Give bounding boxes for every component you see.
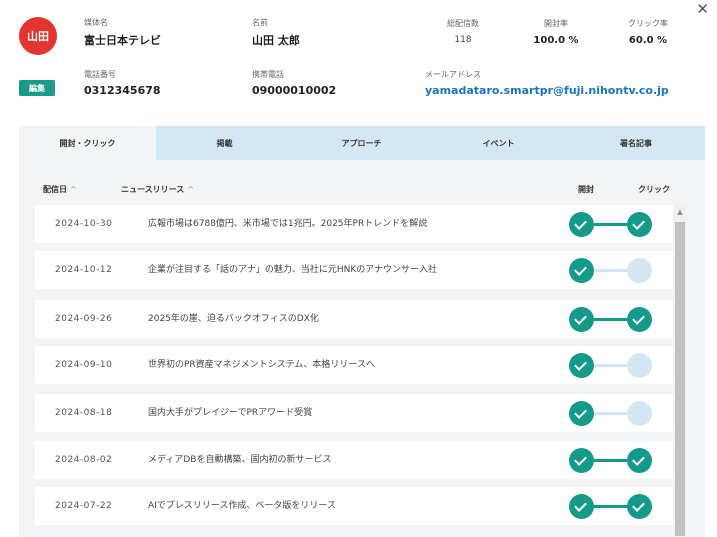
total-sent-stat: 総配信数 118 [440,18,486,45]
status-connector [591,412,631,415]
phone-value: 0312345678 [84,84,161,97]
release-title[interactable]: 企業が注目する「話のアナ」の魅力、当社に元HNKのアナウンサー入社 [148,251,437,289]
release-title[interactable]: 2025年の崖、迫るバックオフィスのDX化 [148,300,319,338]
release-title[interactable]: メディアDBを自動構築、国内初の新サービス [148,441,331,479]
status-connector [591,364,631,367]
clicked-check-icon [627,494,652,519]
status-connector [591,223,631,226]
click-rate-value: 60.0 % [628,35,668,46]
release-title[interactable]: 広報市場は6788億円、米市場では1兆円。2025年PRトレンドを解説 [148,205,427,243]
email-field: メールアドレス yamadataro.smartpr@fuji.nihontv.… [425,69,669,97]
status-connector [591,269,631,272]
sort-caret-icon: ^ [70,185,77,194]
mobile-field: 携帯電話 09000010002 [252,69,336,97]
sort-caret-icon: ^ [187,185,194,194]
opened-check-icon [569,401,594,426]
clicked-check-icon [627,401,652,426]
opened-check-icon [569,353,594,378]
total-sent-value: 118 [454,35,472,45]
tab-event[interactable]: イベント [430,126,567,160]
scrollbar[interactable]: ▲ [674,206,686,536]
email-link[interactable]: yamadataro.smartpr@fuji.nihontv.co.jp [425,84,669,97]
open-rate-label: 開封率 [544,19,568,28]
click-column-header: クリック [638,185,670,194]
media-field: 媒体名 富士日本テレビ [84,17,161,48]
table-row[interactable]: 2024-08-18 国内大手がプレイジーでPRアワード受賞 [35,394,673,432]
status-connector [591,318,631,321]
table-row[interactable]: 2024-07-22 AIでプレスリリース作成、ベータ版をリリース [35,487,673,525]
opened-check-icon [569,494,594,519]
edit-button[interactable]: 編集 [19,80,55,96]
tab-coverage[interactable]: 掲載 [156,126,293,160]
table-row[interactable]: 2024-09-26 2025年の崖、迫るバックオフィスのDX化 [35,300,673,338]
clicked-check-icon [627,448,652,473]
clicked-check-icon [627,307,652,332]
name-field: 名前 山田 太郎 [252,17,300,48]
release-date: 2024-10-12 [55,265,113,275]
status-connector [591,505,631,508]
history-panel: 開封・クリック 掲載 アプローチ イベント 署名記事 配信日 ^ ニュースリリース… [19,126,705,537]
total-sent-label: 総配信数 [447,19,479,28]
click-rate-stat: クリック率 60.0 % [620,18,676,46]
media-label: 媒体名 [84,18,108,27]
release-title[interactable]: AIでプレスリリース作成、ベータ版をリリース [148,487,336,525]
release-date: 2024-09-10 [55,360,113,370]
release-date: 2024-08-18 [55,408,113,418]
status-connector [591,459,631,462]
open-rate-value: 100.0 % [533,35,579,46]
release-title[interactable]: 世界初のPR資産マネジメントシステム、本格リリースへ [148,346,375,384]
table-row[interactable]: 2024-10-30 広報市場は6788億円、米市場では1兆円。2025年PRトレ… [35,205,673,243]
scrollbar-thumb[interactable] [675,222,685,536]
release-date: 2024-10-30 [55,219,113,229]
open-column-header: 開封 [578,185,594,194]
table-row[interactable]: 2024-08-02 メディアDBを自動構築、国内初の新サービス [35,441,673,479]
date-column-label: 配信日 [43,185,67,194]
clicked-check-icon [627,258,652,283]
tab-bylined-articles[interactable]: 署名記事 [567,126,705,160]
tab-approach[interactable]: アプローチ [293,126,430,160]
opened-check-icon [569,212,594,237]
name-value: 山田 太郎 [252,34,300,47]
release-title[interactable]: 国内大手がプレイジーでPRアワード受賞 [148,394,312,432]
sort-by-release-header[interactable]: ニュースリリース ^ [121,184,194,195]
table-row[interactable]: 2024-09-10 世界初のPR資産マネジメントシステム、本格リリースへ [35,346,673,384]
release-date: 2024-08-02 [55,455,113,465]
media-value: 富士日本テレビ [84,34,161,47]
clicked-check-icon [627,353,652,378]
sort-by-date-header[interactable]: 配信日 ^ [43,184,77,195]
phone-field: 電話番号 0312345678 [84,69,161,97]
release-date: 2024-07-22 [55,501,113,511]
table-row[interactable]: 2024-10-12 企業が注目する「話のアナ」の魅力、当社に元HNKのアナウンサ… [35,251,673,289]
tab-open-click[interactable]: 開封・クリック [19,126,156,160]
opened-check-icon [569,448,594,473]
release-date: 2024-09-26 [55,314,113,324]
tab-bar: 開封・クリック 掲載 アプローチ イベント 署名記事 [19,126,705,160]
close-icon[interactable]: ✕ [696,2,709,17]
phone-label: 電話番号 [84,70,116,79]
opened-check-icon [569,258,594,283]
clicked-check-icon [627,212,652,237]
release-column-label: ニュースリリース [121,185,185,194]
mobile-label: 携帯電話 [252,70,284,79]
scroll-up-icon[interactable]: ▲ [674,208,686,216]
email-label: メールアドレス [425,70,481,79]
avatar: 山田 [19,17,57,55]
click-rate-label: クリック率 [628,19,668,28]
name-label: 名前 [252,18,268,27]
mobile-value: 09000010002 [252,84,337,97]
opened-check-icon [569,307,594,332]
open-rate-stat: 開封率 100.0 % [530,18,582,46]
